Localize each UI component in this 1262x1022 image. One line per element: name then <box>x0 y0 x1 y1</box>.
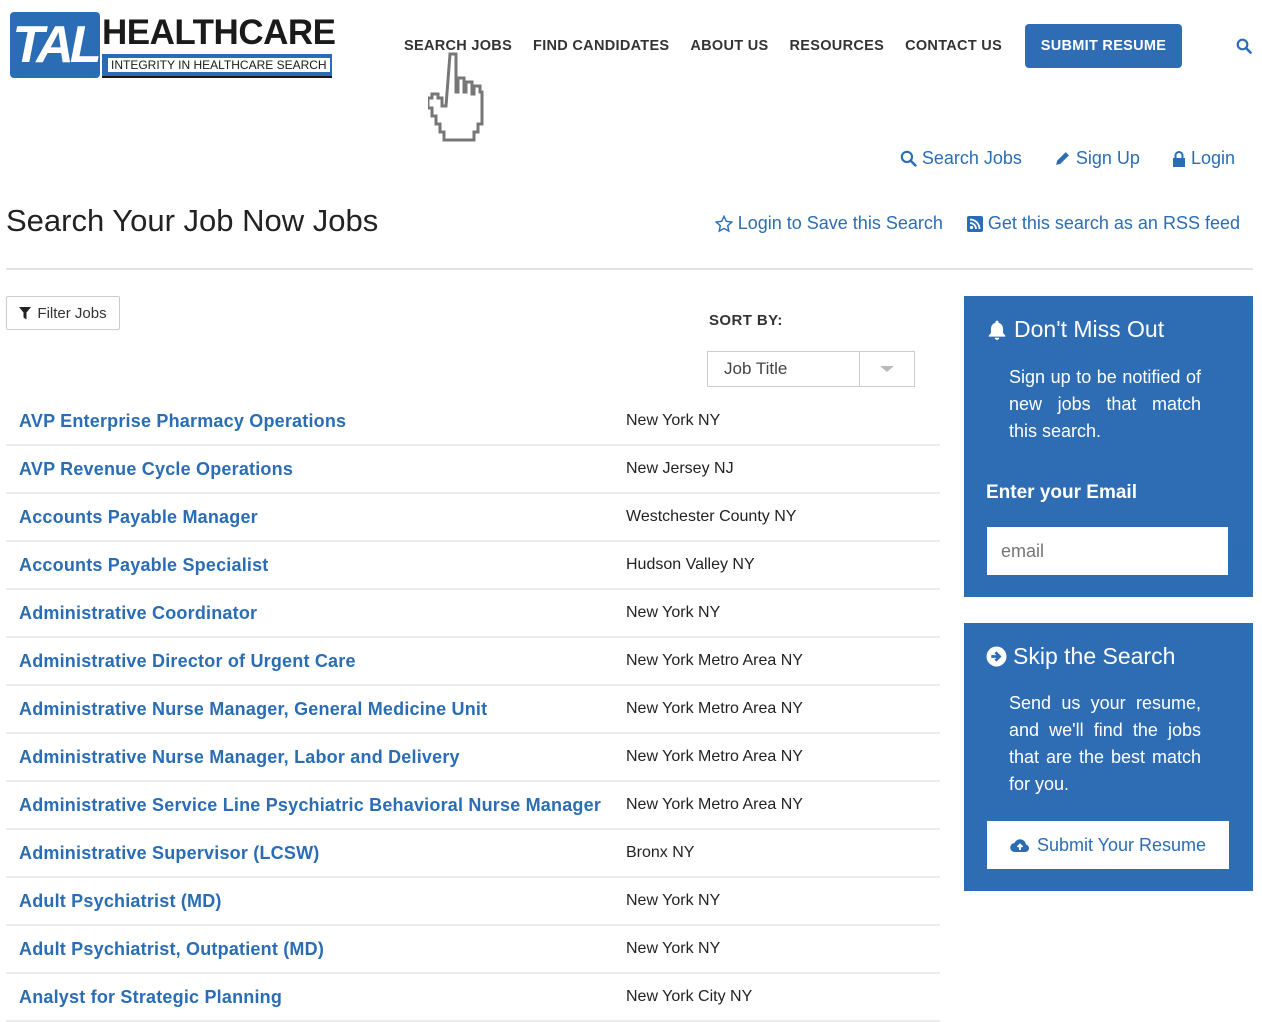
divider <box>6 268 1253 270</box>
job-title-link[interactable]: Administrative Service Line Psychiatric … <box>6 782 616 828</box>
job-row: Adult Psychiatrist (MD) New York NY <box>6 878 940 926</box>
search-jobs-label: Search Jobs <box>921 148 1022 168</box>
alert-title: Don't Miss Out <box>1014 316 1165 342</box>
search-icon <box>900 150 917 167</box>
job-location: Westchester County NY <box>626 508 797 525</box>
cloud-upload-icon <box>1010 839 1029 853</box>
filter-icon <box>19 306 32 319</box>
logo-tagline: INTEGRITY IN HEALTHCARE SEARCH <box>108 58 330 72</box>
rss-label: Get this search as an RSS feed <box>987 213 1240 233</box>
sort-label: SORT BY: <box>709 312 783 329</box>
job-row: Administrative Nurse Manager, General Me… <box>6 686 940 734</box>
job-row: Administrative Coordinator New York NY <box>6 590 940 638</box>
arrow-circle-right-icon <box>986 646 1007 667</box>
filter-jobs-label: Filter Jobs <box>37 304 107 322</box>
logo-tagline-bar: INTEGRITY IN HEALTHCARE SEARCH <box>102 54 332 78</box>
job-location: New York NY <box>626 412 721 429</box>
job-row: Administrative Nurse Manager, Labor and … <box>6 734 940 782</box>
job-location: New Jersey NJ <box>626 460 734 477</box>
job-row: Administrative Service Line Psychiatric … <box>6 782 940 830</box>
job-title-link[interactable]: AVP Enterprise Pharmacy Operations <box>6 398 616 444</box>
nav-contact-us[interactable]: CONTACT US <box>905 38 1002 54</box>
job-row: Administrative Supervisor (LCSW) Bronx NY <box>6 830 940 878</box>
job-title-link[interactable]: Adult Psychiatrist (MD) <box>6 878 616 924</box>
job-title-link[interactable]: AVP Revenue Cycle Operations <box>6 446 616 492</box>
job-location: New York NY <box>626 940 721 957</box>
job-location: Hudson Valley NY <box>626 556 755 573</box>
save-search-link[interactable]: Login to Save this Search <box>714 213 943 234</box>
job-title-link[interactable]: Administrative Supervisor (LCSW) <box>6 830 616 876</box>
submit-your-resume-button[interactable]: Submit Your Resume <box>987 821 1229 869</box>
save-search-label: Login to Save this Search <box>737 213 943 233</box>
sign-up-label: Sign Up <box>1075 148 1140 168</box>
star-icon <box>714 214 733 233</box>
job-title-link[interactable]: Accounts Payable Specialist <box>6 542 616 588</box>
skip-text: Send us your resume, and we'll find the … <box>1009 693 1201 794</box>
rss-icon <box>966 215 983 232</box>
hand-cursor-icon <box>428 52 484 142</box>
job-location: New York Metro Area NY <box>626 796 803 813</box>
page-title: Search Your Job Now Jobs <box>6 203 379 238</box>
job-title-link[interactable]: Administrative Director of Urgent Care <box>6 638 616 684</box>
job-location: New York Metro Area NY <box>626 700 803 717</box>
logo-mark: TAL <box>10 12 102 78</box>
search-icon[interactable] <box>1236 38 1252 54</box>
submit-resume-button[interactable]: SUBMIT RESUME <box>1025 24 1182 68</box>
job-row: Analyst for Strategic Planning New York C… <box>6 974 940 1022</box>
title-links: Login to Save this Search Get this searc… <box>714 213 1240 234</box>
pencil-icon <box>1056 152 1069 165</box>
alert-heading: Don't Miss Out <box>986 316 1164 343</box>
job-row: Accounts Payable Manager Westchester Coun… <box>6 494 940 542</box>
email-label: Enter your Email <box>986 482 1137 503</box>
job-location: New York Metro Area NY <box>626 748 803 765</box>
login-label: Login <box>1190 148 1235 168</box>
job-location: New York City NY <box>626 988 753 1005</box>
site-logo[interactable]: TAL HEALTHCARE INTEGRITY IN HEALTHCARE S… <box>10 12 336 82</box>
job-list: AVP Enterprise Pharmacy Operations New Yo… <box>6 398 940 1022</box>
job-location: New York Metro Area NY <box>626 652 803 669</box>
submit-your-resume-label: Submit Your Resume <box>1036 834 1207 855</box>
job-title-link[interactable]: Accounts Payable Manager <box>6 494 616 540</box>
job-title-link[interactable]: Administrative Nurse Manager, Labor and … <box>6 734 616 780</box>
sort-select[interactable]: Job Title <box>707 351 915 387</box>
user-links: Search Jobs Sign Up Login <box>900 148 1235 169</box>
alert-text: Sign up to be notified of new jobs that … <box>1009 367 1201 441</box>
nav-about-us[interactable]: ABOUT US <box>690 38 768 54</box>
skip-title: Skip the Search <box>1013 643 1176 669</box>
job-title-link[interactable]: Analyst for Strategic Planning <box>6 974 616 1020</box>
nav-resources[interactable]: RESOURCES <box>790 38 885 54</box>
user-search-jobs-link[interactable]: Search Jobs <box>900 148 1022 169</box>
job-row: AVP Revenue Cycle Operations New Jersey N… <box>6 446 940 494</box>
job-title-link[interactable]: Administrative Nurse Manager, General Me… <box>6 686 616 732</box>
skip-heading: Skip the Search <box>986 643 1175 670</box>
chevron-down-icon <box>859 352 914 386</box>
nav-find-candidates[interactable]: FIND CANDIDATES <box>533 38 669 54</box>
job-row: Administrative Director of Urgent Care Ne… <box>6 638 940 686</box>
job-row: AVP Enterprise Pharmacy Operations New Yo… <box>6 398 940 446</box>
bell-icon <box>988 320 1006 340</box>
login-link[interactable]: Login <box>1172 148 1235 169</box>
job-location: New York NY <box>626 604 721 621</box>
lock-icon <box>1172 150 1185 167</box>
rss-feed-link[interactable]: Get this search as an RSS feed <box>966 213 1240 234</box>
job-title-link[interactable]: Adult Psychiatrist, Outpatient (MD) <box>6 926 616 972</box>
chevron-right-icon[interactable] <box>1235 543 1247 559</box>
job-row: Accounts Payable Specialist Hudson Valley… <box>6 542 940 590</box>
job-row: Adult Psychiatrist, Outpatient (MD) New Y… <box>6 926 940 974</box>
job-location: New York NY <box>626 892 721 909</box>
job-location: Bronx NY <box>626 844 695 861</box>
email-field[interactable] <box>987 539 1235 563</box>
job-title-link[interactable]: Administrative Coordinator <box>6 590 616 636</box>
filter-jobs-button[interactable]: Filter Jobs <box>6 296 120 330</box>
sort-value: Job Title <box>724 359 788 378</box>
alert-panel: Don't Miss Out Sign up to be notified of… <box>964 296 1253 597</box>
sign-up-link[interactable]: Sign Up <box>1054 148 1140 169</box>
email-field-wrapper <box>987 527 1246 575</box>
logo-name: HEALTHCARE <box>102 13 336 52</box>
skip-search-panel: Skip the Search Send us your resume, and… <box>964 623 1253 891</box>
